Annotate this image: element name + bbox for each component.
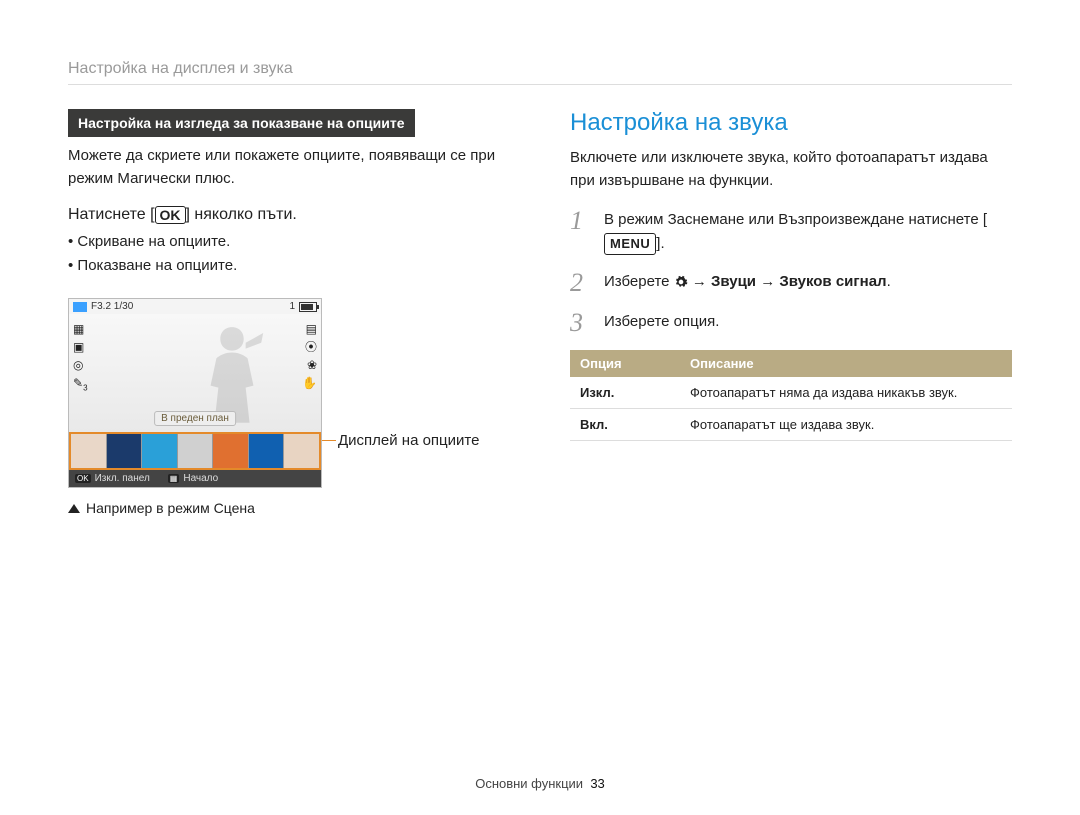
list-item: Показване на опциите.	[68, 254, 510, 278]
battery-icon	[299, 302, 317, 312]
options-table: Опция Описание Изкл. Фотоапаратът няма д…	[570, 350, 1012, 441]
table-row: Вкл. Фотоапаратът ще издава звук.	[570, 409, 1012, 441]
home-hint: ▦Начало	[168, 473, 218, 484]
right-column: Настройка на звука Включете или изключет…	[570, 109, 1012, 516]
menu-button-icon: MENU	[604, 233, 656, 256]
press-prefix: Натиснете [	[68, 206, 155, 223]
left-column: Настройка на изгледа за показване на опц…	[68, 109, 510, 516]
table-row: Изкл. Фотоапаратът няма да издава никакъ…	[570, 377, 1012, 409]
thumbnail	[213, 434, 249, 468]
home-label: Начало	[183, 473, 218, 484]
thumbnail	[71, 434, 107, 468]
thumbnail	[142, 434, 178, 468]
option-thumbnail-strip	[69, 432, 321, 470]
press-ok-instruction: Натиснете [OK] няколко пъти.	[68, 206, 510, 224]
home-key-icon: ▦	[168, 474, 180, 483]
table-header-option: Опция	[570, 350, 680, 377]
step-1: 1 В режим Заснемане или Възпроизвеждане …	[570, 208, 1012, 256]
camera-bottom-bar: OK Изкл. панел ▦Начало	[69, 470, 321, 487]
caption-text: Например в режим Сцена	[86, 500, 255, 516]
arrow: →	[760, 273, 779, 290]
aperture-label: F3.2 1/30	[91, 301, 133, 312]
thumbnail	[249, 434, 285, 468]
panel-off-hint: OK Изкл. панел	[75, 473, 150, 484]
step3-text: Изберете опция.	[604, 310, 1012, 334]
step1-text-a: В режим Заснемане или Възпроизвеждане на…	[604, 211, 987, 228]
triangle-icon	[68, 504, 80, 513]
ok-key-icon: OK	[75, 474, 91, 483]
left-mode-icons: ▦▣◎✎3	[73, 320, 88, 397]
step2-select: Изберете	[604, 273, 674, 290]
step2-end: .	[887, 273, 891, 290]
table-header-description: Описание	[680, 350, 1012, 377]
step-number: 2	[570, 270, 590, 296]
camera-preview: F3.2 1/30 1 ▦▣◎✎3 ▤⦿❀✋ В преден	[68, 298, 322, 488]
gear-icon	[674, 275, 688, 289]
thumbnail	[284, 434, 319, 468]
steps-list: 1 В режим Заснемане или Възпроизвеждане …	[570, 208, 1012, 336]
step1-text-b: ].	[656, 235, 664, 252]
right-mode-icons: ▤⦿❀✋	[302, 320, 317, 392]
example-caption: Например в режим Сцена	[68, 500, 510, 516]
camera-status-bar: F3.2 1/30 1	[69, 299, 321, 314]
step-number: 3	[570, 310, 590, 336]
ok-button-icon: OK	[155, 206, 186, 224]
option-cell: Вкл.	[570, 409, 680, 441]
description-cell: Фотоапаратът ще издава звук.	[680, 409, 1012, 441]
step-number: 1	[570, 208, 590, 234]
page-footer: Основни функции 33	[0, 776, 1080, 791]
sound-intro: Включете или изключете звука, който фото…	[570, 147, 1012, 192]
page-number: 33	[590, 776, 604, 791]
footer-section: Основни функции	[475, 776, 583, 791]
movie-icon	[73, 302, 87, 312]
shots-remaining: 1	[289, 301, 295, 312]
intro-text: Можете да скриете или покажете опциите, …	[68, 145, 510, 190]
thumbnail	[107, 434, 143, 468]
panel-off-label: Изкл. панел	[95, 473, 150, 484]
arrow: →	[692, 273, 711, 290]
breadcrumb: Настройка на дисплея и звука	[68, 60, 1012, 78]
camera-viewfinder: ▦▣◎✎3 ▤⦿❀✋ В преден план	[69, 314, 321, 432]
thumbnail	[178, 434, 214, 468]
scene-chip: В преден план	[154, 411, 236, 426]
press-suffix: ] няколко пъти.	[186, 206, 297, 223]
step-2: 2 Изберете → Звуци → Звуков сигнал.	[570, 270, 1012, 296]
divider	[68, 84, 1012, 85]
step-3: 3 Изберете опция.	[570, 310, 1012, 336]
thumbnail-callout: Дисплей на опциите	[338, 432, 479, 449]
description-cell: Фотоапаратът няма да издава никакъв звук…	[680, 377, 1012, 409]
option-cell: Изкл.	[570, 377, 680, 409]
sound-heading: Настройка на звука	[570, 109, 1012, 137]
section-title-bar: Настройка на изгледа за показване на опц…	[68, 109, 415, 137]
list-item: Скриване на опциите.	[68, 230, 510, 254]
bullet-list: Скриване на опциите. Показване на опциит…	[68, 230, 510, 278]
step2-bold2: Звуков сигнал	[779, 273, 886, 290]
step2-bold1: Звуци	[711, 273, 756, 290]
